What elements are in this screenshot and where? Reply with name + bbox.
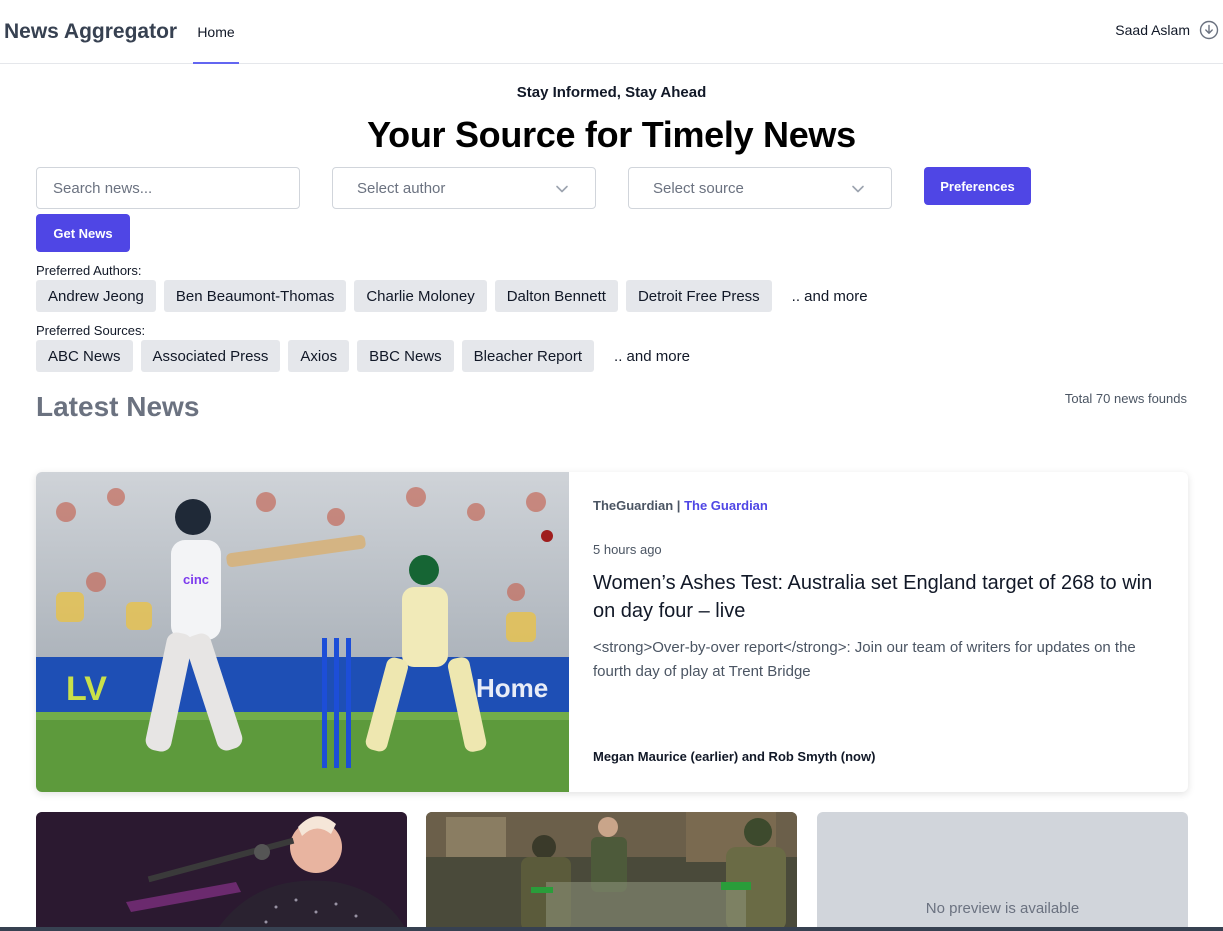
featured-article-body: TheGuardian | The Guardian 5 hours ago W… bbox=[593, 472, 1168, 792]
article-timestamp: 5 hours ago bbox=[593, 542, 662, 557]
article-author: Megan Maurice (earlier) and Rob Smyth (n… bbox=[593, 749, 876, 764]
total-count: Total 70 news founds bbox=[1064, 391, 1187, 406]
user-menu[interactable]: Saad Aslam bbox=[1115, 20, 1219, 40]
article-source-link[interactable]: The Guardian bbox=[684, 498, 768, 513]
author-chip[interactable]: Ben Beaumont-Thomas bbox=[163, 280, 347, 312]
author-chip[interactable]: Andrew Jeong bbox=[36, 280, 156, 312]
news-card-image[interactable] bbox=[426, 812, 797, 931]
source-select[interactable]: Select source bbox=[628, 167, 892, 209]
featured-article-card[interactable]: LV Home cinc TheGuardian | The Guardian … bbox=[36, 472, 1188, 792]
nav-home-tab[interactable]: Home bbox=[193, 0, 239, 64]
article-source-line: TheGuardian | The Guardian bbox=[593, 498, 768, 513]
authors-more-text: .. and more bbox=[791, 287, 868, 305]
latest-news-heading: Latest News bbox=[36, 391, 200, 422]
author-chip[interactable]: Charlie Moloney bbox=[354, 280, 487, 312]
article-source-id: TheGuardian bbox=[593, 498, 674, 513]
article-title[interactable]: Women’s Ashes Test: Australia set Englan… bbox=[593, 569, 1168, 625]
search-input[interactable]: Search news... bbox=[36, 167, 300, 209]
search-placeholder: Search news... bbox=[53, 179, 153, 197]
author-chip[interactable]: Dalton Bennett bbox=[494, 280, 618, 312]
author-chip[interactable]: Detroit Free Press bbox=[625, 280, 772, 312]
brand-title[interactable]: News Aggregator bbox=[4, 20, 177, 44]
download-circle-icon[interactable] bbox=[1199, 20, 1219, 40]
sources-more-text: .. and more bbox=[614, 347, 690, 365]
author-select[interactable]: Select author bbox=[332, 167, 596, 209]
featured-article-image[interactable]: LV Home cinc bbox=[36, 472, 569, 792]
news-card-image[interactable] bbox=[36, 812, 407, 931]
preferred-sources-label: Preferred Sources: bbox=[36, 323, 146, 338]
chevron-down-icon bbox=[556, 185, 568, 193]
preferred-authors-label: Preferred Authors: bbox=[36, 263, 142, 278]
source-chip[interactable]: ABC News bbox=[36, 340, 133, 372]
preferred-sources-list: ABC News Associated Press Axios BBC News… bbox=[36, 340, 690, 372]
no-preview-text: No preview is available bbox=[925, 900, 1080, 917]
news-card-no-image[interactable]: No preview is available bbox=[817, 812, 1188, 931]
tagline: Stay Informed, Stay Ahead bbox=[516, 84, 707, 101]
source-chip[interactable]: BBC News bbox=[357, 340, 454, 372]
source-chip[interactable]: Associated Press bbox=[140, 340, 281, 372]
source-chip[interactable]: Bleacher Report bbox=[461, 340, 595, 372]
news-card[interactable] bbox=[36, 812, 407, 931]
top-navbar: News Aggregator Home Saad Aslam bbox=[0, 0, 1223, 64]
svg-text:Home: Home bbox=[476, 673, 548, 703]
get-news-button[interactable]: Get News bbox=[36, 214, 130, 252]
article-description: <strong>Over-by-over report</strong>: Jo… bbox=[593, 639, 1136, 680]
page-headline: Your Source for Timely News bbox=[367, 114, 856, 155]
window-bottom-edge bbox=[0, 927, 1223, 931]
preferences-button[interactable]: Preferences bbox=[924, 167, 1031, 205]
news-card[interactable] bbox=[426, 812, 797, 931]
chevron-down-icon bbox=[852, 185, 864, 193]
user-name[interactable]: Saad Aslam bbox=[1115, 22, 1190, 38]
source-separator: | bbox=[673, 498, 685, 513]
svg-text:LV: LV bbox=[66, 670, 107, 708]
svg-text:cinc: cinc bbox=[183, 572, 209, 587]
source-chip[interactable]: Axios bbox=[288, 340, 350, 372]
author-select-placeholder: Select author bbox=[357, 179, 446, 197]
source-select-placeholder: Select source bbox=[653, 179, 744, 197]
preferred-authors-list: Andrew Jeong Ben Beaumont-Thomas Charlie… bbox=[36, 280, 868, 312]
